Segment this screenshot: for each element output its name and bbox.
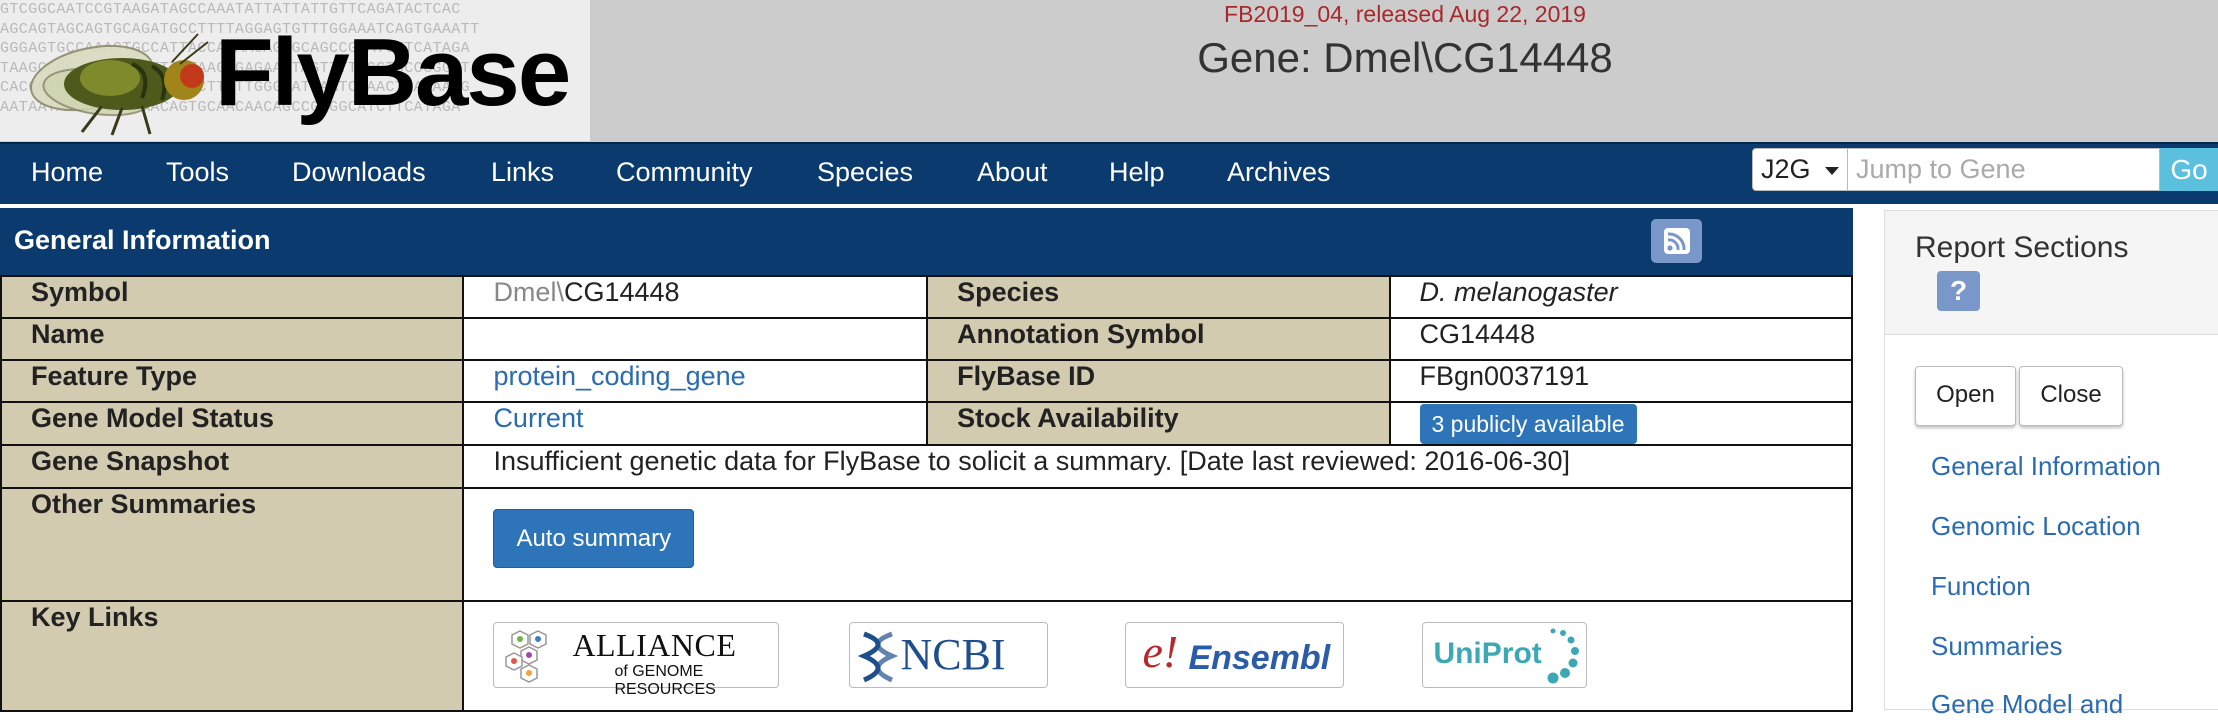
ensembl-link[interactable]: e! Ensembl bbox=[1125, 622, 1345, 688]
alliance-subtitle: of GENOME RESOURCES bbox=[614, 663, 716, 698]
ncbi-link[interactable]: NCBI bbox=[849, 622, 1049, 688]
release-info: FB2019_04, released Aug 22, 2019 bbox=[1224, 1, 1586, 27]
feature-type-label: Feature Type bbox=[0, 359, 465, 403]
general-information-title: General Information bbox=[14, 225, 271, 255]
gene-snapshot-label: Gene Snapshot bbox=[0, 444, 465, 489]
table-row: Gene Model Status Current Stock Availabi… bbox=[0, 401, 1853, 446]
feature-type-value: protein_coding_gene bbox=[462, 359, 929, 403]
rss-feed-button[interactable] bbox=[1651, 219, 1702, 263]
gene-model-status-link[interactable]: Current bbox=[493, 403, 583, 433]
symbol-value: Dmel\CG14448 bbox=[462, 275, 929, 319]
report-sections-title: Report Sections bbox=[1915, 231, 2129, 264]
other-summaries-label: Other Summaries bbox=[0, 487, 465, 602]
flybase-id-label: FlyBase ID bbox=[926, 359, 1391, 403]
alliance-link[interactable]: ALLIANCE of GENOME RESOURCES bbox=[493, 622, 780, 698]
table-row: Symbol Dmel\CG14448 Species D. melanogas… bbox=[0, 275, 1853, 319]
nav-archives[interactable]: Archives bbox=[1227, 144, 1331, 204]
fly-icon bbox=[30, 33, 209, 136]
page-title: Gene: Dmel\CG14448 bbox=[1197, 34, 1613, 81]
search-type-dropdown[interactable]: J2G bbox=[1752, 148, 1848, 191]
ensembl-text: Ensembl bbox=[1188, 639, 1331, 677]
section-link-function[interactable]: Function bbox=[1931, 571, 2031, 602]
species-label: Species bbox=[926, 275, 1391, 319]
general-information-table: Symbol Dmel\CG14448 Species D. melanogas… bbox=[0, 275, 1853, 712]
gene-snapshot-value: Insufficient genetic data for FlyBase to… bbox=[462, 444, 1853, 489]
symbol-prefix: Dmel\ bbox=[493, 277, 564, 307]
nav-home[interactable]: Home bbox=[31, 144, 103, 204]
ensembl-e-text: e! bbox=[1142, 626, 1179, 677]
feature-type-link[interactable]: protein_coding_gene bbox=[493, 361, 745, 391]
nav-tools[interactable]: Tools bbox=[166, 144, 229, 204]
flybase-id-value: FBgn0037191 bbox=[1388, 359, 1853, 403]
flybase-logo[interactable]: GTCGGCAATCCGTAAGATAGCCAAATATTATTATTGTTCA… bbox=[0, 0, 590, 141]
name-value bbox=[462, 317, 929, 361]
logo-text: FlyBase bbox=[215, 19, 571, 126]
stock-availability-label: Stock Availability bbox=[926, 401, 1391, 446]
table-row: Name Annotation Symbol CG14448 bbox=[0, 317, 1853, 361]
table-row: Key Links ALLIANCE of GENOME RESOURCES N… bbox=[0, 600, 1853, 712]
annotation-symbol-value: CG14448 bbox=[1388, 317, 1853, 361]
section-link-general-information[interactable]: General Information bbox=[1931, 451, 2161, 482]
search-type-label: J2G bbox=[1761, 154, 1811, 184]
nav-species[interactable]: Species bbox=[817, 144, 913, 204]
section-link-genomic-location[interactable]: Genomic Location bbox=[1931, 511, 2141, 542]
gene-model-status-value: Current bbox=[462, 401, 929, 446]
table-row: Gene Snapshot Insufficient genetic data … bbox=[0, 444, 1853, 489]
go-button[interactable]: Go bbox=[2160, 148, 2218, 191]
stock-availability-value: 3 publicly available bbox=[1388, 401, 1853, 446]
symbol-text: CG14448 bbox=[563, 277, 680, 307]
alliance-title: ALLIANCE bbox=[572, 627, 737, 663]
question-mark-icon: ? bbox=[1949, 275, 1968, 306]
general-information-header[interactable]: General Information bbox=[0, 208, 1853, 275]
other-summaries-value: Auto summary bbox=[462, 487, 1853, 602]
uniprot-text: UniProt bbox=[1433, 637, 1542, 670]
nav-community[interactable]: Community bbox=[616, 144, 753, 204]
auto-summary-button[interactable]: Auto summary bbox=[493, 509, 695, 568]
key-links-value: ALLIANCE of GENOME RESOURCES NCBI e! Ens… bbox=[462, 600, 1853, 712]
alliance-icon bbox=[505, 630, 548, 683]
help-button[interactable]: ? bbox=[1937, 271, 1980, 311]
section-link-summaries[interactable]: Summaries bbox=[1931, 631, 2062, 662]
section-link-gene-model[interactable]: Gene Model and bbox=[1931, 689, 2123, 720]
ncbi-icon bbox=[858, 631, 899, 683]
table-row: Other Summaries Auto summary bbox=[0, 487, 1853, 602]
species-value: D. melanogaster bbox=[1388, 275, 1853, 319]
rss-icon bbox=[1664, 228, 1690, 254]
ncbi-text: NCBI bbox=[900, 630, 1006, 679]
close-all-button[interactable]: Close bbox=[2019, 366, 2123, 426]
annotation-symbol-label: Annotation Symbol bbox=[926, 317, 1391, 361]
key-links-logos: ALLIANCE of GENOME RESOURCES NCBI e! Ens… bbox=[464, 602, 1851, 702]
nav-about[interactable]: About bbox=[977, 144, 1048, 204]
table-row: Feature Type protein_coding_gene FlyBase… bbox=[0, 359, 1853, 403]
nav-links[interactable]: Links bbox=[491, 144, 554, 204]
open-all-button[interactable]: Open bbox=[1915, 366, 2016, 426]
nav-help[interactable]: Help bbox=[1109, 144, 1165, 204]
jump-to-gene-input[interactable] bbox=[1847, 148, 2160, 191]
nav-downloads[interactable]: Downloads bbox=[292, 144, 426, 204]
symbol-label: Symbol bbox=[0, 275, 465, 319]
name-label: Name bbox=[0, 317, 465, 361]
key-links-label: Key Links bbox=[0, 600, 465, 712]
uniprot-dots-icon bbox=[1547, 628, 1580, 684]
stock-availability-badge[interactable]: 3 publicly available bbox=[1419, 404, 1637, 444]
uniprot-link[interactable]: UniProt bbox=[1422, 622, 1588, 688]
gene-model-status-label: Gene Model Status bbox=[0, 401, 465, 446]
report-sections-header: Report Sections ? bbox=[1885, 211, 2218, 335]
chevron-down-icon bbox=[1825, 167, 1839, 175]
report-sections-panel: Report Sections ? Open Close General Inf… bbox=[1884, 210, 2218, 719]
